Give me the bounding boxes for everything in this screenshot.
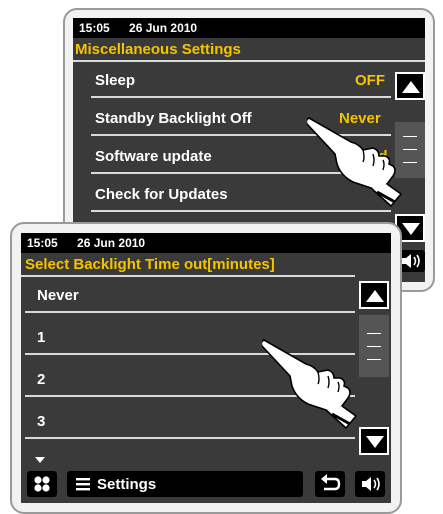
divider xyxy=(91,210,391,212)
item-label: Standby Backlight Off xyxy=(95,110,252,127)
pointing-hand-icon xyxy=(307,117,403,208)
option-label: 3 xyxy=(37,413,46,430)
option-never[interactable]: Never xyxy=(21,277,355,313)
time: 15:05 xyxy=(27,236,58,250)
date: 26 Jun 2010 xyxy=(129,21,198,35)
scroll-line xyxy=(367,333,381,334)
scroll-line xyxy=(367,346,381,347)
time: 15:05 xyxy=(79,21,110,35)
pointing-hand-icon xyxy=(262,339,358,430)
date: 26 Jun 2010 xyxy=(77,236,146,250)
option-label: 2 xyxy=(37,371,46,388)
triangle-down-icon xyxy=(402,223,420,235)
triangle-up-icon xyxy=(402,81,420,93)
item-label: Check for Updates xyxy=(95,186,228,203)
status-bar: 15:05 26 Jun 2010 xyxy=(21,233,391,253)
option-label: 1 xyxy=(37,329,46,346)
scroll-down-button[interactable] xyxy=(359,427,389,455)
hamburger-icon xyxy=(76,478,90,491)
scroll-up-button[interactable] xyxy=(359,281,389,309)
scroll-line xyxy=(403,149,417,150)
option-label: Never xyxy=(37,287,79,304)
scroll-line xyxy=(367,359,381,360)
triangle-up-icon xyxy=(366,290,384,302)
return-arrow-icon xyxy=(321,474,341,491)
volume-button[interactable] xyxy=(355,471,385,497)
scroll-indicator[interactable] xyxy=(359,315,389,377)
scroll-line xyxy=(403,162,417,163)
four-dots-icon xyxy=(34,476,50,492)
scroll-line xyxy=(403,136,417,137)
divider xyxy=(25,437,355,439)
front-device: 15:05 26 Jun 2010 Select Backlight Time … xyxy=(10,222,402,514)
page-title: Miscellaneous Settings xyxy=(73,40,425,62)
back-button[interactable] xyxy=(315,471,345,497)
scroll-up-button[interactable] xyxy=(395,72,425,100)
divider xyxy=(25,311,355,313)
item-value: OFF xyxy=(355,72,385,89)
home-button[interactable] xyxy=(27,471,57,497)
list-item-sleep[interactable]: Sleep OFF xyxy=(73,62,391,98)
item-label: Software update xyxy=(95,148,212,165)
item-label: Sleep xyxy=(95,72,136,89)
divider xyxy=(91,96,391,98)
settings-button[interactable]: Settings xyxy=(67,471,303,497)
status-bar: 15:05 26 Jun 2010 xyxy=(73,18,425,38)
settings-label: Settings xyxy=(97,476,157,493)
speaker-icon xyxy=(362,477,380,491)
triangle-down-icon xyxy=(366,436,384,448)
bottom-toolbar: Settings xyxy=(21,463,391,503)
page-title: Select Backlight Time out[minutes] xyxy=(21,255,355,277)
